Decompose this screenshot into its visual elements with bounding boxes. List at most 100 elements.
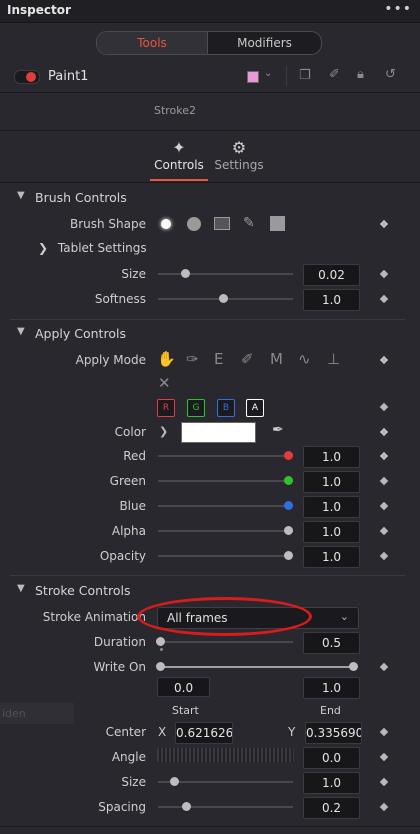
alpha-handle[interactable]	[284, 526, 293, 535]
keyframe-icon[interactable]	[379, 451, 389, 461]
center-y-label: Y	[288, 725, 296, 739]
keyframe-icon[interactable]	[379, 294, 389, 304]
keyframe-icon[interactable]	[379, 269, 389, 279]
duration-slider[interactable]	[158, 641, 293, 643]
versions-icon[interactable]: ❐	[299, 68, 311, 83]
chevron-down-icon: ▼	[17, 190, 25, 201]
brush-size-slider[interactable]	[158, 273, 293, 275]
lock-icon[interactable]: 🔒︎	[357, 67, 364, 82]
opacity-handle[interactable]	[284, 551, 293, 560]
channel-alpha-toggle[interactable]: A	[246, 399, 264, 417]
center-y-field[interactable]: 0.335690	[305, 722, 362, 744]
channel-red-toggle[interactable]: R	[157, 399, 175, 417]
start-label: Start	[172, 704, 199, 717]
node-enable-toggle[interactable]	[14, 70, 40, 84]
spacing-field[interactable]: 0.2	[303, 797, 360, 819]
green-handle[interactable]	[284, 476, 293, 485]
soft-brush-icon[interactable]	[161, 219, 171, 229]
keyframe-icon[interactable]	[379, 727, 389, 737]
circle-brush-icon[interactable]	[187, 217, 201, 231]
pin-icon[interactable]: ✐	[329, 67, 340, 82]
keyframe-icon[interactable]	[379, 551, 389, 561]
softness-field[interactable]: 1.0	[303, 289, 360, 311]
more-options-icon[interactable]: •••	[384, 1, 412, 17]
angle-thumbwheel[interactable]	[157, 748, 294, 762]
red-label: Red	[123, 449, 146, 463]
node-color-swatch[interactable]	[247, 71, 259, 83]
duration-field[interactable]: 0.5	[303, 632, 360, 654]
softness-handle[interactable]	[219, 294, 228, 303]
wire-mode-icon[interactable]: ✕	[158, 374, 171, 392]
green-slider[interactable]	[158, 480, 293, 482]
tablet-settings-label: Tablet Settings	[57, 241, 147, 255]
brush-size-handle[interactable]	[181, 269, 190, 278]
eyedropper-icon[interactable]: ✒	[272, 422, 284, 438]
opacity-slider[interactable]	[158, 555, 293, 557]
keyframe-icon[interactable]	[379, 402, 389, 412]
stroke-size-handle[interactable]	[170, 777, 179, 786]
keyframe-icon[interactable]	[379, 777, 389, 787]
tab-controls[interactable]: ✦ Controls	[149, 138, 209, 172]
tab-settings[interactable]: ⚙ Settings	[209, 138, 269, 172]
smear-mode-icon[interactable]: ∿	[298, 350, 311, 368]
angle-field[interactable]: 0.0	[303, 747, 360, 769]
red-handle[interactable]	[284, 451, 293, 460]
keyframe-icon[interactable]	[379, 662, 389, 672]
tablet-settings-toggle[interactable]: ❯ Tablet Settings	[38, 241, 147, 255]
apply-controls-header[interactable]: ▼ Apply Controls	[0, 322, 420, 346]
stroke-size-field[interactable]: 1.0	[303, 772, 360, 794]
blue-slider[interactable]	[158, 505, 293, 507]
green-field[interactable]: 1.0	[303, 471, 360, 493]
keyframe-icon[interactable]	[379, 501, 389, 511]
keyframe-icon[interactable]	[379, 355, 389, 365]
softness-label: Softness	[94, 292, 146, 306]
keyframe-icon[interactable]	[379, 526, 389, 536]
keyframe-icon[interactable]	[379, 219, 389, 229]
alpha-slider[interactable]	[158, 530, 293, 532]
keyframe-icon[interactable]	[379, 427, 389, 437]
alpha-field[interactable]: 1.0	[303, 521, 360, 543]
spacing-slider[interactable]	[158, 806, 293, 808]
erase-mode-icon[interactable]: ✐	[241, 350, 254, 368]
square-brush-icon[interactable]	[270, 216, 285, 231]
write-on-end-field[interactable]: 1.0	[303, 677, 360, 699]
single-pixel-brush-icon[interactable]: ✎	[243, 215, 255, 231]
blue-handle[interactable]	[284, 501, 293, 510]
keyframe-icon[interactable]	[379, 752, 389, 762]
image-brush-icon[interactable]	[214, 217, 230, 230]
color-mode-icon[interactable]: ✋	[157, 350, 176, 368]
write-on-start-field[interactable]: 0.0	[157, 677, 210, 697]
write-on-start-handle[interactable]	[156, 662, 165, 671]
apply-mode-label: Apply Mode	[75, 353, 146, 367]
reset-icon[interactable]: ↺	[385, 67, 396, 82]
chevron-right-icon: ❯	[38, 241, 49, 255]
chevron-down-icon[interactable]: ⌄	[264, 68, 272, 79]
controls-icon: ✦	[172, 138, 186, 157]
chevron-down-icon: ▼	[17, 583, 25, 594]
end-label: End	[320, 704, 341, 717]
color-swatch[interactable]	[181, 422, 256, 443]
red-field[interactable]: 1.0	[303, 446, 360, 468]
inspector-title: Inspector	[7, 3, 71, 17]
channel-green-toggle[interactable]: G	[187, 399, 205, 417]
keyframe-icon[interactable]	[379, 802, 389, 812]
chevron-right-icon[interactable]: ❯	[159, 425, 168, 438]
center-x-field[interactable]: 0.621626	[175, 722, 233, 744]
emboss-mode-icon[interactable]: E	[214, 350, 223, 368]
spacing-handle[interactable]	[182, 802, 191, 811]
tab-tools[interactable]: Tools	[97, 32, 208, 54]
opacity-field[interactable]: 1.0	[303, 546, 360, 568]
channel-blue-toggle[interactable]: B	[217, 399, 235, 417]
brush-controls-header[interactable]: ▼ Brush Controls	[0, 186, 420, 210]
keyframe-icon[interactable]	[379, 476, 389, 486]
brush-size-field[interactable]: 0.02	[303, 264, 360, 286]
write-on-end-handle[interactable]	[349, 662, 358, 671]
merge-mode-icon[interactable]: M	[270, 350, 283, 368]
clone-mode-icon[interactable]: ✑	[186, 350, 199, 368]
tab-modifiers[interactable]: Modifiers	[208, 32, 321, 54]
write-on-range[interactable]	[161, 666, 354, 668]
blue-field[interactable]: 1.0	[303, 496, 360, 518]
stamp-mode-icon[interactable]: ⊥	[327, 350, 340, 368]
duration-handle[interactable]	[156, 637, 165, 646]
red-slider[interactable]	[158, 455, 293, 457]
